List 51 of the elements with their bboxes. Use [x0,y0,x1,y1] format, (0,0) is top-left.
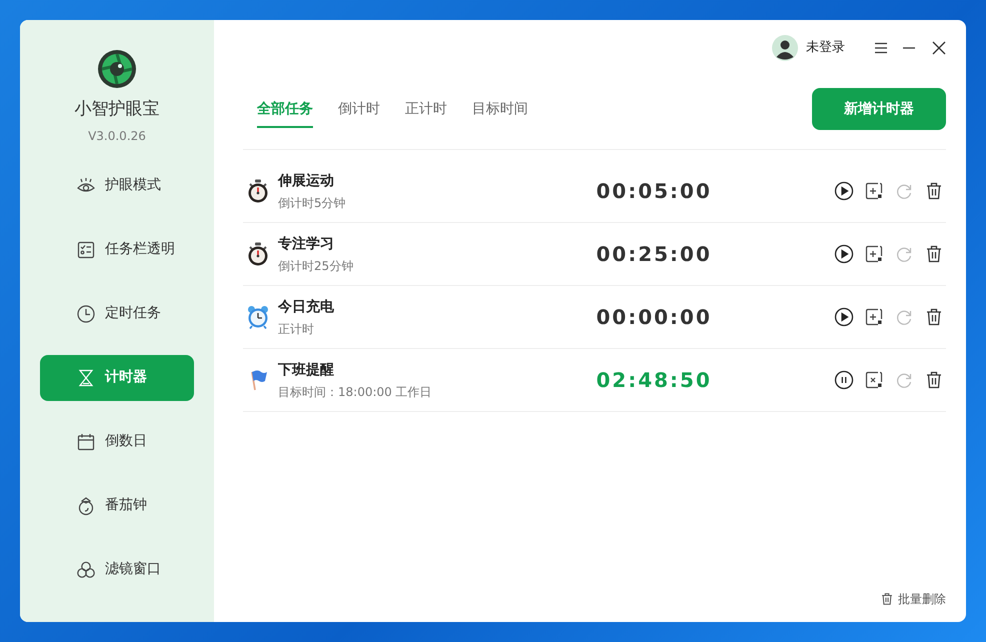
close-icon[interactable] [932,41,946,55]
delete-icon[interactable] [924,181,944,201]
sidebar-item[interactable]: 滤镜窗口 [40,546,194,592]
menu-icon[interactable] [874,41,888,55]
sidebar-item[interactable]: 任务栏透明 [40,226,194,272]
timer-time: 00:05:00 [595,178,713,205]
sidebar-item[interactable]: 护眼模式 [40,162,194,208]
app-version: V3.0.0.26 [88,128,146,144]
tomato-icon [76,496,96,516]
login-status[interactable]: 未登录 [806,38,845,58]
sidebar-item[interactable]: 定时任务 [40,290,194,336]
bulk-delete-button[interactable]: 批量删除 [880,590,946,608]
timer-name: 专注学习 [278,234,335,254]
add-time-icon[interactable] [864,244,884,264]
sidebar-item[interactable]: 番茄钟 [40,482,194,528]
trash-icon [880,592,894,606]
timer-time: 00:00:00 [595,304,713,331]
alarm-clock-icon [247,305,269,329]
circles-icon [76,560,96,580]
app-name: 小智护眼宝 [74,98,160,121]
delete-icon[interactable] [924,244,944,264]
timer-description: 正计时 [278,320,315,338]
filter-tab[interactable]: 目标时间 [472,98,528,128]
checklist-icon [76,240,96,260]
timer-name: 下班提醒 [278,360,335,380]
add-time-icon[interactable] [864,307,884,327]
play-icon[interactable] [834,307,854,327]
timer-name: 伸展运动 [278,172,335,190]
stopwatch-icon [247,242,269,266]
timer-name: 今日充电 [278,298,334,316]
add-time-icon[interactable] [864,181,884,201]
timer-description: 倒计时25分钟 [278,258,354,274]
filter-tab[interactable]: 正计时 [405,98,447,128]
logo-icon [97,49,137,89]
filter-tab[interactable]: 倒计时 [338,98,380,128]
hourglass-icon [76,368,96,388]
clock-icon [76,304,96,324]
delete-icon[interactable] [924,370,944,390]
play-icon[interactable] [834,244,854,264]
play-icon[interactable] [834,181,854,201]
pause-icon[interactable] [834,370,854,390]
stop-icon[interactable] [864,370,884,390]
timer-description: 目标时间：18:00:00 工作日 [278,384,432,400]
calendar-icon [76,432,96,452]
timer-time: 00:25:00 [595,241,713,268]
avatar-icon[interactable] [772,35,798,61]
timer-description: 倒计时5分钟 [278,194,346,212]
timer-time: 02:48:50 [595,367,713,394]
delete-icon[interactable] [924,307,944,327]
stopwatch-icon [247,179,269,203]
sidebar-item[interactable]: 倒数日 [40,418,194,464]
